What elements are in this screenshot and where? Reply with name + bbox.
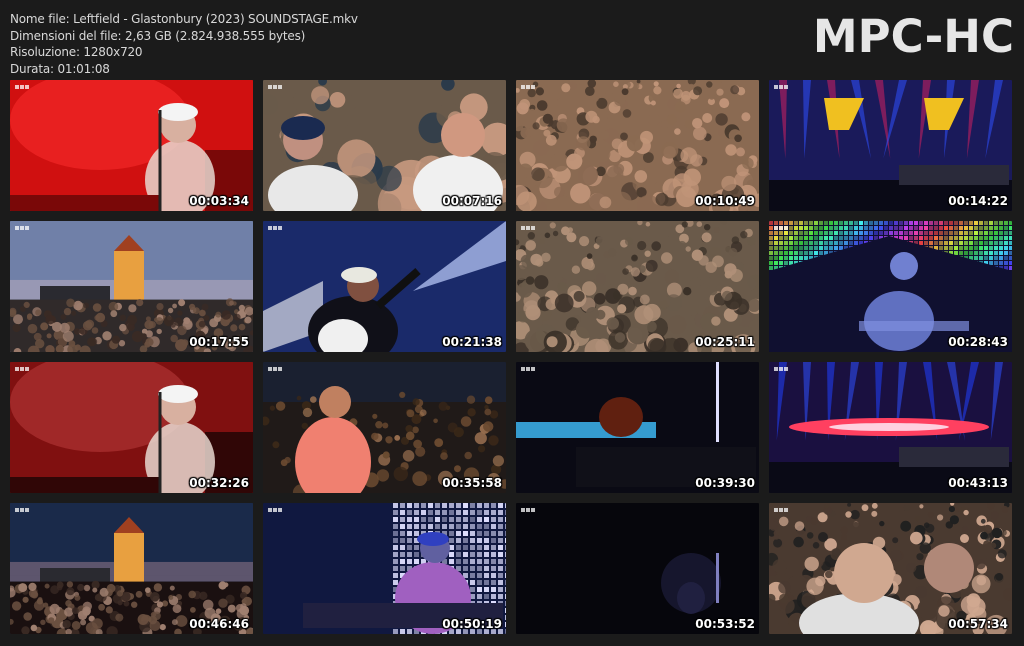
- broadcaster-logo-icon: [15, 367, 29, 371]
- thumbnail-frame: [10, 80, 253, 211]
- broadcaster-logo-icon: [521, 85, 535, 89]
- timestamp-label: 00:50:19: [442, 617, 502, 631]
- timestamp-label: 00:25:11: [695, 335, 755, 349]
- thumbnail-frame: [769, 503, 1012, 634]
- duration: Durata: 01:01:08: [10, 61, 110, 76]
- video-thumbnail: 00:21:38: [263, 221, 506, 352]
- broadcaster-logo-icon: [15, 508, 29, 512]
- video-thumbnail: 00:17:55: [10, 221, 253, 352]
- thumbnail-frame: [769, 221, 1012, 352]
- video-thumbnail: 00:10:49: [516, 80, 759, 211]
- video-thumbnail: 00:57:34: [769, 503, 1012, 634]
- video-thumbnail: 00:46:46: [10, 503, 253, 634]
- brand-logo: MPC-HC: [812, 10, 1014, 63]
- video-thumbnail: 00:39:30: [516, 362, 759, 493]
- thumbnail-frame: [10, 221, 253, 352]
- thumbnail-frame: [10, 362, 253, 493]
- timestamp-label: 00:43:13: [948, 476, 1008, 490]
- thumbnail-frame: [516, 503, 759, 634]
- thumbnail-grid: 00:03:34 00:07:16 00:10:49 00:14:22 00:17:55…: [10, 80, 1014, 634]
- video-thumbnail: 00:43:13: [769, 362, 1012, 493]
- timestamp-label: 00:03:34: [189, 194, 249, 208]
- broadcaster-logo-icon: [521, 367, 535, 371]
- thumbnail-frame: [769, 80, 1012, 211]
- video-thumbnail: 00:35:58: [263, 362, 506, 493]
- timestamp-label: 00:21:38: [442, 335, 502, 349]
- thumbnail-frame: [769, 362, 1012, 493]
- broadcaster-logo-icon: [774, 226, 788, 230]
- video-thumbnail: 00:07:16: [263, 80, 506, 211]
- timestamp-label: 00:10:49: [695, 194, 755, 208]
- timestamp-label: 00:39:30: [695, 476, 755, 490]
- timestamp-label: 00:35:58: [442, 476, 502, 490]
- broadcaster-logo-icon: [15, 85, 29, 89]
- file-size: Dimensioni del file: 2,63 GB (2.824.938.…: [10, 28, 306, 43]
- timestamp-label: 00:57:34: [948, 617, 1008, 631]
- timestamp-label: 00:17:55: [189, 335, 249, 349]
- thumbnail-frame: [516, 80, 759, 211]
- broadcaster-logo-icon: [268, 226, 282, 230]
- broadcaster-logo-icon: [774, 508, 788, 512]
- thumbnail-frame: [10, 503, 253, 634]
- broadcaster-logo-icon: [521, 226, 535, 230]
- broadcaster-logo-icon: [268, 508, 282, 512]
- broadcaster-logo-icon: [15, 226, 29, 230]
- file-info: Nome file: Leftfield - Glastonbury (2023…: [10, 11, 358, 77]
- thumbnail-frame: [516, 221, 759, 352]
- timestamp-label: 00:14:22: [948, 194, 1008, 208]
- timestamp-label: 00:07:16: [442, 194, 502, 208]
- broadcaster-logo-icon: [774, 367, 788, 371]
- timestamp-label: 00:28:43: [948, 335, 1008, 349]
- timestamp-label: 00:32:26: [189, 476, 249, 490]
- video-thumbnail: 00:32:26: [10, 362, 253, 493]
- resolution: Risoluzione: 1280x720: [10, 45, 143, 59]
- video-thumbnail: 00:53:52: [516, 503, 759, 634]
- video-thumbnail: 00:28:43: [769, 221, 1012, 352]
- thumbnail-frame: [263, 362, 506, 493]
- thumbnail-frame: [263, 503, 506, 634]
- thumbnail-frame: [263, 80, 506, 211]
- file-name: Nome file: Leftfield - Glastonbury (2023…: [10, 12, 358, 26]
- thumbnail-frame: [263, 221, 506, 352]
- video-thumbnail: 00:25:11: [516, 221, 759, 352]
- timestamp-label: 00:53:52: [695, 617, 755, 631]
- broadcaster-logo-icon: [521, 508, 535, 512]
- video-thumbnail: 00:50:19: [263, 503, 506, 634]
- broadcaster-logo-icon: [774, 85, 788, 89]
- thumbnail-sheet: Nome file: Leftfield - Glastonbury (2023…: [0, 0, 1024, 646]
- broadcaster-logo-icon: [268, 367, 282, 371]
- thumbnail-frame: [516, 362, 759, 493]
- broadcaster-logo-icon: [268, 85, 282, 89]
- video-thumbnail: 00:03:34: [10, 80, 253, 211]
- video-thumbnail: 00:14:22: [769, 80, 1012, 211]
- timestamp-label: 00:46:46: [189, 617, 249, 631]
